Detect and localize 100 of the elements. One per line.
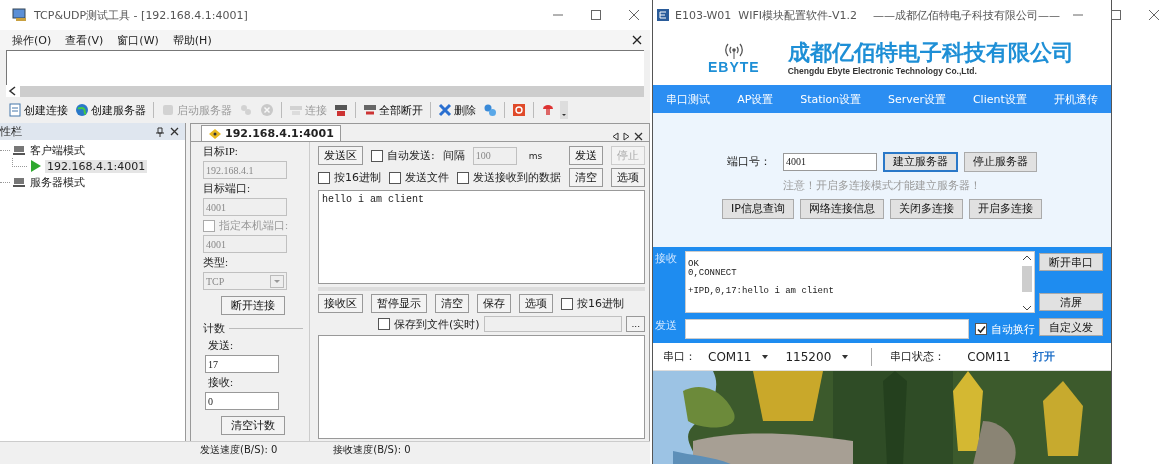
cross-icon (438, 103, 452, 117)
tab[interactable]: 192.168.4.1:4001 (201, 125, 341, 141)
app-icon (657, 9, 669, 21)
scroll-left-icon[interactable] (612, 132, 619, 141)
disconnect-button[interactable]: 断开连接 (221, 296, 285, 315)
menu-item[interactable]: 帮助(H) (172, 32, 212, 48)
receive-text-area[interactable] (318, 335, 645, 439)
checkbox[interactable] (561, 297, 573, 310)
tree-item[interactable]: 192.168.4.1:4001 (45, 159, 148, 173)
window-subtitle: ——成都亿佰特电子科技有限公司—— (873, 7, 1060, 23)
checkbox-label: 发送接收到的数据 (473, 170, 561, 185)
panel-title: 性栏 (0, 124, 22, 139)
port-dropdown[interactable]: COM11 (704, 349, 774, 364)
mushroom-icon[interactable] (541, 103, 555, 117)
toolbar-button[interactable]: 全部断开 (361, 102, 425, 118)
group-title: 计数 (203, 321, 225, 336)
action-button[interactable]: 网络连接信息 (799, 198, 884, 219)
stack-icon (289, 103, 303, 117)
dropdown-arrow-icon (761, 353, 770, 360)
checkbox-label: 自动发送: (387, 148, 435, 163)
clear-screen-button[interactable]: 清屏 (1039, 293, 1103, 311)
checkbox[interactable] (378, 318, 390, 330)
send-label: 发送 (655, 318, 678, 334)
stack-icon[interactable] (334, 103, 348, 117)
checkbox[interactable] (975, 323, 987, 335)
open-link[interactable]: 打开 (1032, 349, 1055, 364)
checkbox-label: 按16进制 (334, 170, 381, 185)
action-button[interactable]: IP信息查询 (722, 198, 794, 219)
custom-send-button[interactable]: 自定义发 (1039, 318, 1103, 336)
checkbox[interactable] (389, 171, 401, 184)
file-path-field[interactable] (483, 316, 623, 332)
baud-dropdown[interactable]: 115200 (781, 349, 854, 364)
send-button[interactable]: 发送 (569, 146, 603, 165)
checkbox-label: 按16进制 (577, 296, 624, 311)
receive-text: OK 0,CONNECT +IPD,0,17:hello i am client (687, 258, 835, 298)
power-icon[interactable] (512, 103, 526, 117)
grip-icon[interactable] (560, 101, 568, 119)
field-label: 端口号： (727, 154, 771, 169)
action-button[interactable]: 开启多连接 (968, 198, 1042, 219)
toolbar-button[interactable]: 创建连接 (6, 102, 70, 118)
menu-item[interactable]: 操作(O) (12, 32, 52, 48)
count-field[interactable]: 0 (205, 392, 279, 410)
toolbar-button[interactable]: 选项 (519, 294, 553, 313)
close-icon[interactable] (632, 35, 642, 45)
status-text: 发送速度(B/S): 0 (200, 443, 278, 457)
count-field[interactable]: 17 (205, 355, 279, 373)
browse-button[interactable]: ... (626, 316, 645, 332)
clear-button[interactable]: 清空 (569, 168, 603, 187)
checkbox[interactable] (457, 171, 469, 184)
maximize-icon[interactable] (590, 9, 602, 21)
square-icon (161, 103, 175, 117)
action-button[interactable]: 关闭多连接 (889, 198, 963, 219)
status-label: 串口： (663, 349, 696, 364)
server-button[interactable]: 停止服务器 (964, 151, 1037, 172)
checkbox-label: 发送文件 (405, 170, 449, 185)
checkbox-label: 自动换行 (991, 321, 1035, 337)
computer-icon (13, 176, 25, 188)
menu-item[interactable]: 窗口(W) (117, 32, 159, 48)
close-icon[interactable] (170, 127, 179, 136)
scroll-right-icon[interactable] (623, 132, 630, 141)
close-icon[interactable] (634, 132, 643, 141)
status-text: 接收速度(B/S): 0 (333, 443, 411, 457)
tree-item[interactable]: 客户端模式 (28, 142, 87, 158)
port-field[interactable]: 4001 (783, 152, 877, 171)
options-button[interactable]: 选项 (611, 168, 645, 187)
tree-item[interactable]: 服务器模式 (28, 174, 87, 190)
menu-item[interactable]: 查看(V) (65, 32, 104, 48)
toolbar-button[interactable]: 创建服务器 (73, 102, 148, 118)
field-label: 目标端口: (203, 181, 252, 196)
status-value: COM11 (967, 349, 1011, 364)
globe-icon (75, 103, 89, 117)
field-label: 目标IP: (203, 144, 239, 159)
connection-icon (208, 127, 222, 140)
circles-icon[interactable] (483, 103, 497, 117)
checkbox-label: 指定本机端口: (219, 218, 289, 233)
toolbar-button[interactable]: 暂停显示 (371, 294, 427, 313)
toolbar-button[interactable]: 保存 (477, 294, 511, 313)
play-icon (30, 159, 42, 173)
server-button[interactable]: 建立服务器 (883, 151, 958, 172)
document-icon (8, 103, 22, 117)
send-area-button[interactable]: 发送区 (318, 146, 363, 165)
send-field[interactable] (685, 319, 969, 339)
checkbox[interactable] (318, 171, 330, 184)
status-label: 串口状态： (890, 349, 946, 364)
disconnect-button[interactable]: 断开串口 (1039, 253, 1103, 271)
receive-area-button[interactable]: 接收区 (318, 294, 363, 313)
company-name-english: Chengdu Ebyte Electronic Technology Co.,Ltd. (787, 65, 978, 76)
company-name: 成都亿佰特电子科技有限公司 (787, 39, 1074, 66)
toolbar-button[interactable]: 清空 (435, 294, 469, 313)
window-title: TCP&UDP测试工具 - [192.168.4.1:4001] (34, 7, 248, 23)
toolbar-button[interactable]: 删除 (436, 102, 478, 118)
stack-icon (363, 103, 377, 117)
pin-icon[interactable] (156, 126, 164, 137)
field-label: 类型: (203, 255, 230, 270)
maximize-icon[interactable] (1110, 9, 1122, 21)
field-label: 发送: (207, 338, 235, 353)
dropdown-arrow-icon (841, 353, 850, 360)
clear-count-button[interactable]: 清空计数 (221, 416, 285, 435)
checkbox[interactable] (371, 149, 383, 162)
send-text-area[interactable]: hello i am client (318, 190, 645, 284)
